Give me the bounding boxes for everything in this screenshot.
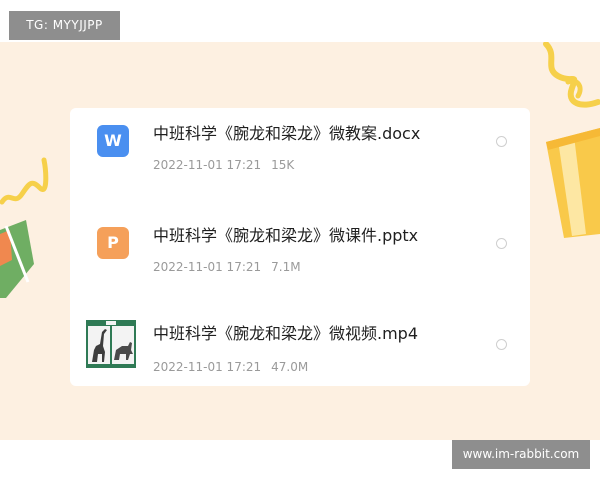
file-meta: 2022-11-01 17:21 15K bbox=[153, 158, 294, 172]
select-radio-button[interactable] bbox=[496, 238, 507, 249]
powerpoint-icon: P bbox=[97, 227, 129, 259]
file-size: 47.0M bbox=[271, 360, 309, 374]
yellow-squiggle-left-icon bbox=[0, 157, 49, 205]
gift-box-right-icon bbox=[546, 128, 600, 238]
tg-channel-label: TG: MYYJJPP bbox=[9, 11, 120, 40]
file-meta: 2022-11-01 17:21 47.0M bbox=[153, 360, 308, 374]
file-name: 中班科学《腕龙和梁龙》微教案.docx bbox=[153, 124, 421, 143]
select-radio-button[interactable] bbox=[496, 339, 507, 350]
file-list-card: W 中班科学《腕龙和梁龙》微教案.docx 2022-11-01 17:21 15… bbox=[70, 108, 530, 386]
screenshot-page: TG: MYYJJPP W 中班科学《腕龙和梁龙》微教案.docx 2022-1… bbox=[0, 0, 600, 480]
file-date: 2022-11-01 17:21 bbox=[153, 260, 262, 274]
video-thumbnail bbox=[86, 320, 136, 368]
file-date: 2022-11-01 17:21 bbox=[153, 158, 262, 172]
select-radio-button[interactable] bbox=[496, 136, 507, 147]
file-meta: 2022-11-01 17:21 7.1M bbox=[153, 260, 301, 274]
website-watermark: www.im-rabbit.com bbox=[452, 440, 590, 469]
file-list-item[interactable]: P 中班科学《腕龙和梁龙》微课件.pptx 2022-11-01 17:21 7.… bbox=[70, 210, 530, 302]
file-list-item[interactable]: W 中班科学《腕龙和梁龙》微教案.docx 2022-11-01 17:21 15… bbox=[70, 108, 530, 200]
yellow-ribbon-right-icon bbox=[543, 42, 600, 108]
file-size: 7.1M bbox=[271, 260, 301, 274]
file-size: 15K bbox=[271, 158, 295, 172]
file-date: 2022-11-01 17:21 bbox=[153, 360, 262, 374]
file-name: 中班科学《腕龙和梁龙》微视频.mp4 bbox=[153, 324, 419, 343]
file-list-item[interactable]: 中班科学《腕龙和梁龙》微视频.mp4 2022-11-01 17:21 47.0M bbox=[70, 300, 530, 392]
word-icon: W bbox=[97, 125, 129, 157]
gift-box-left-icon bbox=[0, 220, 34, 298]
file-name: 中班科学《腕龙和梁龙》微课件.pptx bbox=[153, 226, 419, 245]
